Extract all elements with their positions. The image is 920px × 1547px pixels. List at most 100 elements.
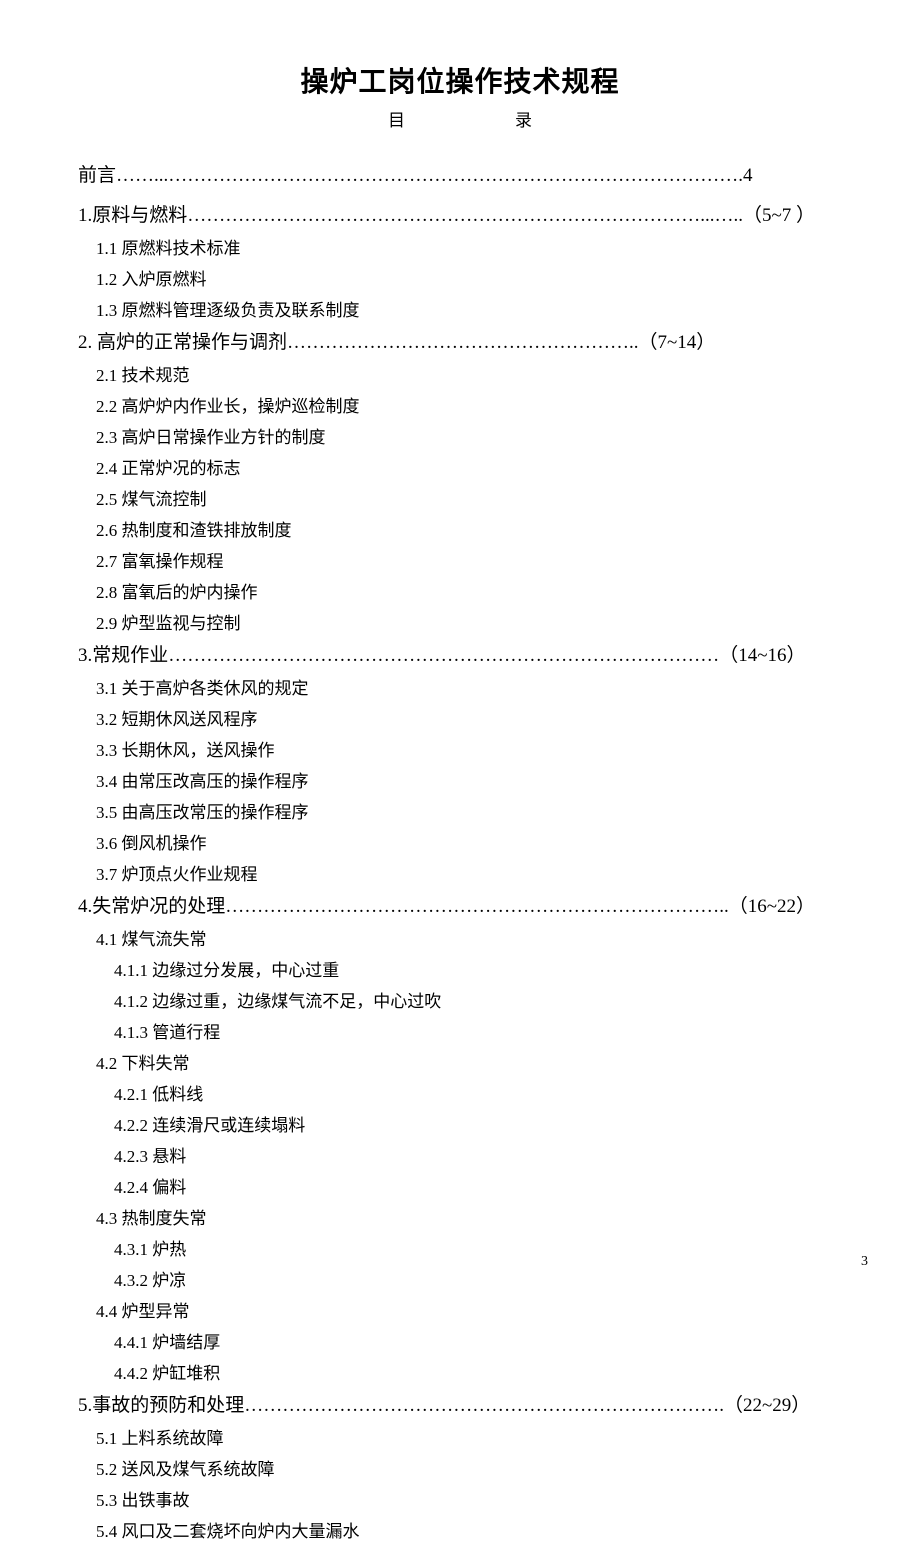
page: 操炉工岗位操作技术规程 目录 前言……...………………………………………………… xyxy=(0,0,920,1547)
toc-entry-label: 4.1.2 边缘过重，边缘煤气流不足，中心过吹 xyxy=(114,992,441,1011)
toc-entry: 4.1.3 管道行程 xyxy=(78,1017,842,1048)
toc-entry: 2.8 富氧后的炉内操作 xyxy=(78,577,842,608)
toc-entry-label: 4.3.2 炉凉 xyxy=(114,1271,186,1290)
toc-entry-label: 2.7 富氧操作规程 xyxy=(96,552,224,571)
toc-entry: 2.3 高炉日常操作业方针的制度 xyxy=(78,422,842,453)
toc-entry: 2.7 富氧操作规程 xyxy=(78,546,842,577)
toc-entry-leader: ………………………………………………………………………...….. xyxy=(187,205,743,226)
toc-entry-label: 4.2.1 低料线 xyxy=(114,1085,203,1104)
toc-entry-page: （16~22） xyxy=(729,890,815,924)
toc-entry-label: 3.2 短期休风送风程序 xyxy=(96,710,258,729)
toc-entry-page: （7~14） xyxy=(639,326,716,360)
toc-entry-label: 4.失常炉况的处理 xyxy=(78,896,225,917)
toc-entry-page: （5~7 ） xyxy=(743,199,815,233)
toc-entry: 前言……...……………………………………………………………………………….4 xyxy=(78,159,842,193)
toc-entry-label: 3.5 由高压改常压的操作程序 xyxy=(96,803,309,822)
toc-entry-label: 3.6 倒风机操作 xyxy=(96,834,207,853)
document-title: 操炉工岗位操作技术规程 xyxy=(78,60,842,100)
toc-entry: 3.7 炉顶点火作业规程 xyxy=(78,859,842,890)
toc-entry: 4.3.2 炉凉 xyxy=(78,1265,842,1296)
toc-entry-label: 5.1 上料系统故障 xyxy=(96,1429,224,1448)
toc-entry: 2.2 高炉炉内作业长，操炉巡检制度 xyxy=(78,391,842,422)
toc-entry-label: 1.3 原燃料管理逐级负责及联系制度 xyxy=(96,301,360,320)
toc-entry-label: 4.2.2 连续滑尺或连续塌料 xyxy=(114,1116,305,1135)
toc-entry: 3.5 由高压改常压的操作程序 xyxy=(78,797,842,828)
toc-entry: 4.失常炉况的处理……………………………………………………………………..（16… xyxy=(78,890,842,924)
toc-entry-label: 3.1 关于高炉各类休风的规定 xyxy=(96,679,309,698)
toc-entry-label: 1.1 原燃料技术标准 xyxy=(96,239,241,258)
toc-entry: 4.2.2 连续滑尺或连续塌料 xyxy=(78,1110,842,1141)
toc-entry-label: 4.2.4 偏料 xyxy=(114,1178,186,1197)
toc-entry-label: 2.4 正常炉况的标志 xyxy=(96,459,241,478)
toc-entry: 4.2 下料失常 xyxy=(78,1048,842,1079)
toc-entry-label: 2.1 技术规范 xyxy=(96,366,190,385)
toc-entry-label: 4.2 下料失常 xyxy=(96,1054,190,1073)
toc-entry-label: 4.4 炉型异常 xyxy=(96,1302,190,1321)
toc-entry-label: 4.2.3 悬料 xyxy=(114,1147,186,1166)
toc-entry: 3.6 倒风机操作 xyxy=(78,828,842,859)
toc-entry: 4.4.1 炉墙结厚 xyxy=(78,1327,842,1358)
toc-entry-page: 4 xyxy=(743,159,753,193)
toc-heading-right: 录 xyxy=(515,111,532,130)
toc-entry-label: 3.3 长期休风，送风操作 xyxy=(96,741,275,760)
toc-entry: 2.4 正常炉况的标志 xyxy=(78,453,842,484)
toc-entry: 5.事故的预防和处理………………………………………………………………….（22~… xyxy=(78,1389,842,1423)
toc-entry-label: 1.原料与燃料 xyxy=(78,205,187,226)
page-number: 3 xyxy=(861,1254,868,1270)
toc-entry: 5.3 出铁事故 xyxy=(78,1485,842,1516)
toc-entry-label: 4.3.1 炉热 xyxy=(114,1240,186,1259)
toc-entry-label: 4.4.1 炉墙结厚 xyxy=(114,1333,220,1352)
toc-entry-label: 2.8 富氧后的炉内操作 xyxy=(96,583,258,602)
toc-entry-page: （22~29） xyxy=(724,1389,810,1423)
toc-entry: 3.常规作业……………………………………………………………………………（14~1… xyxy=(78,639,842,673)
toc-entry-label: 2.2 高炉炉内作业长，操炉巡检制度 xyxy=(96,397,360,416)
toc-entry-label: 3.4 由常压改高压的操作程序 xyxy=(96,772,309,791)
toc-entry: 3.1 关于高炉各类休风的规定 xyxy=(78,673,842,704)
toc-heading: 目录 xyxy=(78,106,842,131)
toc-entry-label: 5.事故的预防和处理 xyxy=(78,1395,244,1416)
toc-entry-label: 5.4 风口及二套烧坏向炉内大量漏水 xyxy=(96,1522,360,1541)
toc-entry: 3.4 由常压改高压的操作程序 xyxy=(78,766,842,797)
toc-entry-label: 2.9 炉型监视与控制 xyxy=(96,614,241,633)
toc-entry: 1.1 原燃料技术标准 xyxy=(78,233,842,264)
toc-entry: 4.1.1 边缘过分发展，中心过重 xyxy=(78,955,842,986)
toc-entry: 4.2.3 悬料 xyxy=(78,1141,842,1172)
toc-entry: 2.5 煤气流控制 xyxy=(78,484,842,515)
toc-entry: 1.3 原燃料管理逐级负责及联系制度 xyxy=(78,295,842,326)
toc-entry: 2.9 炉型监视与控制 xyxy=(78,608,842,639)
toc-entry: 3.3 长期休风，送风操作 xyxy=(78,735,842,766)
toc-entry: 4.2.4 偏料 xyxy=(78,1172,842,1203)
toc-heading-left: 目 xyxy=(388,111,405,130)
toc-entry-label: 1.2 入炉原燃料 xyxy=(96,270,207,289)
toc-entry-page: （14~16） xyxy=(719,639,805,673)
toc-entry-label: 2.3 高炉日常操作业方针的制度 xyxy=(96,428,326,447)
toc-entry-label: 2.6 热制度和渣铁排放制度 xyxy=(96,521,292,540)
toc-entry-label: 4.1.1 边缘过分发展，中心过重 xyxy=(114,961,339,980)
toc-entry: 4.4 炉型异常 xyxy=(78,1296,842,1327)
toc-entry: 3.2 短期休风送风程序 xyxy=(78,704,842,735)
toc-entry-label: 2. 高炉的正常操作与调剂 xyxy=(78,332,287,353)
toc-entry: 5.2 送风及煤气系统故障 xyxy=(78,1454,842,1485)
toc-entry-label: 4.3 热制度失常 xyxy=(96,1209,207,1228)
toc-entry-leader: ……...………………………………………………………………………………. xyxy=(116,165,743,186)
toc-entry-leader: ……………………………………………….. xyxy=(287,332,639,353)
toc-entry-label: 3.常规作业 xyxy=(78,645,168,666)
toc-entry: 1.原料与燃料………………………………………………………………………...…..… xyxy=(78,199,842,233)
toc-entry: 2.1 技术规范 xyxy=(78,360,842,391)
toc-entry: 5.1 上料系统故障 xyxy=(78,1423,842,1454)
table-of-contents: 前言……...……………………………………………………………………………….4 1… xyxy=(78,159,842,1547)
toc-entry: 4.2.1 低料线 xyxy=(78,1079,842,1110)
toc-entry: 5.4 风口及二套烧坏向炉内大量漏水 xyxy=(78,1516,842,1547)
toc-entry: 1.2 入炉原燃料 xyxy=(78,264,842,295)
toc-entry-label: 4.4.2 炉缸堆积 xyxy=(114,1364,220,1383)
toc-entry-label: 4.1.3 管道行程 xyxy=(114,1023,220,1042)
toc-entry-label: 5.3 出铁事故 xyxy=(96,1491,190,1510)
toc-entry-label: 前言 xyxy=(78,165,116,186)
toc-entry: 2.6 热制度和渣铁排放制度 xyxy=(78,515,842,546)
toc-entry-label: 4.1 煤气流失常 xyxy=(96,930,207,949)
toc-entry: 4.1 煤气流失常 xyxy=(78,924,842,955)
toc-entry-leader: …………………………………………………………………….. xyxy=(225,896,729,917)
toc-entry: 4.3 热制度失常 xyxy=(78,1203,842,1234)
toc-entry-label: 2.5 煤气流控制 xyxy=(96,490,207,509)
toc-entry-leader: …………………………………………………………………………… xyxy=(168,645,719,666)
